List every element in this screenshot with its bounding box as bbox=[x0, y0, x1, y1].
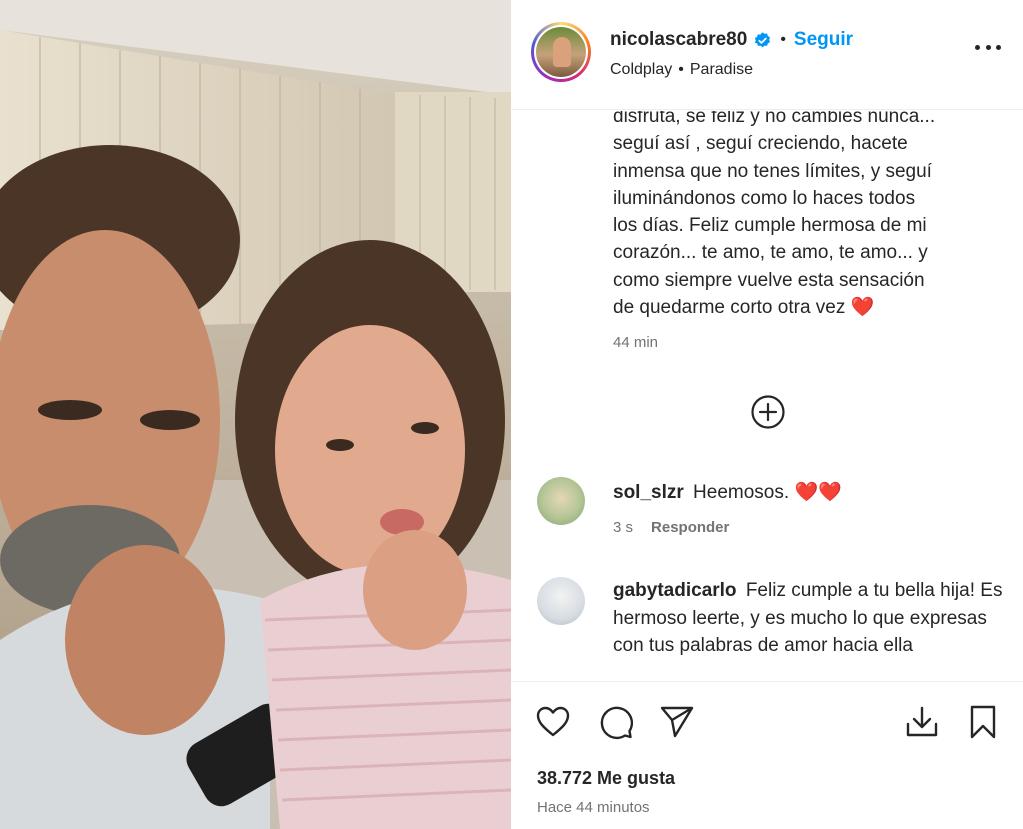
comment-text: sol_slzr Heemosos. ❤️❤️ bbox=[613, 479, 1003, 507]
caption-line: inmensa que no tenes límites, y seguí bbox=[613, 160, 932, 182]
likes-count[interactable]: 38.772 Me gusta bbox=[537, 768, 675, 789]
more-options-icon[interactable] bbox=[975, 42, 1001, 52]
post-caption: disfruta, se feliz y no cambies nunca...… bbox=[613, 111, 993, 321]
caption-line: disfruta, se feliz y no cambies nunca... bbox=[613, 111, 936, 127]
verified-badge-icon bbox=[755, 31, 771, 47]
follow-button[interactable]: Seguir bbox=[794, 29, 853, 51]
speech-bubble-icon[interactable] bbox=[598, 704, 634, 740]
commenter-avatar[interactable] bbox=[537, 577, 585, 625]
post-photo bbox=[0, 0, 511, 829]
caption-line: seguí así , seguí creciendo, hacete bbox=[613, 133, 908, 155]
music-artist: Coldplay bbox=[610, 61, 673, 78]
comment-text: gabytadicarlo Feliz cumple a tu bella hi… bbox=[613, 577, 1003, 660]
post-actions-bar: 38.772 Me gusta Hace 44 minutos bbox=[511, 681, 1023, 829]
commenter-username[interactable]: sol_slzr bbox=[613, 482, 684, 503]
author-username[interactable]: nicolascabre80 bbox=[610, 29, 747, 51]
heart-emojis: ❤️❤️ bbox=[794, 482, 842, 503]
post-header: nicolascabre80 • Seguir Coldplay • Parad… bbox=[511, 0, 1023, 110]
author-avatar[interactable] bbox=[531, 22, 591, 82]
author-row: nicolascabre80 • Seguir bbox=[610, 27, 853, 53]
commenter-username[interactable]: gabytadicarlo bbox=[613, 580, 737, 601]
caption-line: los días. Feliz cumple hermosa de mi bbox=[613, 215, 927, 237]
bookmark-icon[interactable] bbox=[965, 704, 1001, 740]
separator-dot: • bbox=[780, 31, 786, 48]
caption-line: iluminándonos como lo haces todos bbox=[613, 187, 916, 209]
post-timestamp[interactable]: Hace 44 minutos bbox=[537, 799, 650, 816]
music-info[interactable]: Coldplay • Paradise bbox=[610, 61, 753, 79]
music-song: Paradise bbox=[689, 61, 754, 78]
paper-plane-icon[interactable] bbox=[659, 704, 695, 740]
commenter-avatar[interactable] bbox=[537, 477, 585, 525]
separator-dot: • bbox=[678, 61, 684, 78]
comments-scroll-area[interactable]: disfruta, se feliz y no cambies nunca...… bbox=[511, 111, 1023, 681]
reply-button[interactable]: Responder bbox=[651, 519, 729, 536]
comment-time[interactable]: 3 s bbox=[613, 519, 633, 536]
caption-line: corazón... te amo, te amo, te amo... y bbox=[613, 242, 928, 264]
author-avatar-image bbox=[536, 27, 586, 77]
plus-circle-icon[interactable] bbox=[750, 394, 786, 430]
comment-item: gabytadicarlo Feliz cumple a tu bella hi… bbox=[537, 577, 1007, 681]
caption-line: como siempre vuelve esta sensación bbox=[613, 269, 925, 291]
heart-emoji: ❤️ bbox=[850, 297, 875, 319]
download-icon[interactable] bbox=[904, 704, 940, 740]
caption-line-last: de quedarme corto otra vez ❤️ bbox=[613, 294, 993, 321]
comment-meta: 3 s Responder bbox=[613, 519, 729, 536]
caption-timestamp[interactable]: 44 min bbox=[613, 334, 658, 351]
comment-body: Heemosos. bbox=[693, 482, 790, 503]
caption-line: de quedarme corto otra vez bbox=[613, 297, 846, 319]
post-photo-illustration bbox=[0, 0, 511, 829]
comment-item: sol_slzr Heemosos. ❤️❤️ 3 s Responder bbox=[537, 477, 1007, 557]
post-side-panel: nicolascabre80 • Seguir Coldplay • Parad… bbox=[511, 0, 1023, 829]
heart-outline-icon[interactable] bbox=[535, 704, 571, 740]
